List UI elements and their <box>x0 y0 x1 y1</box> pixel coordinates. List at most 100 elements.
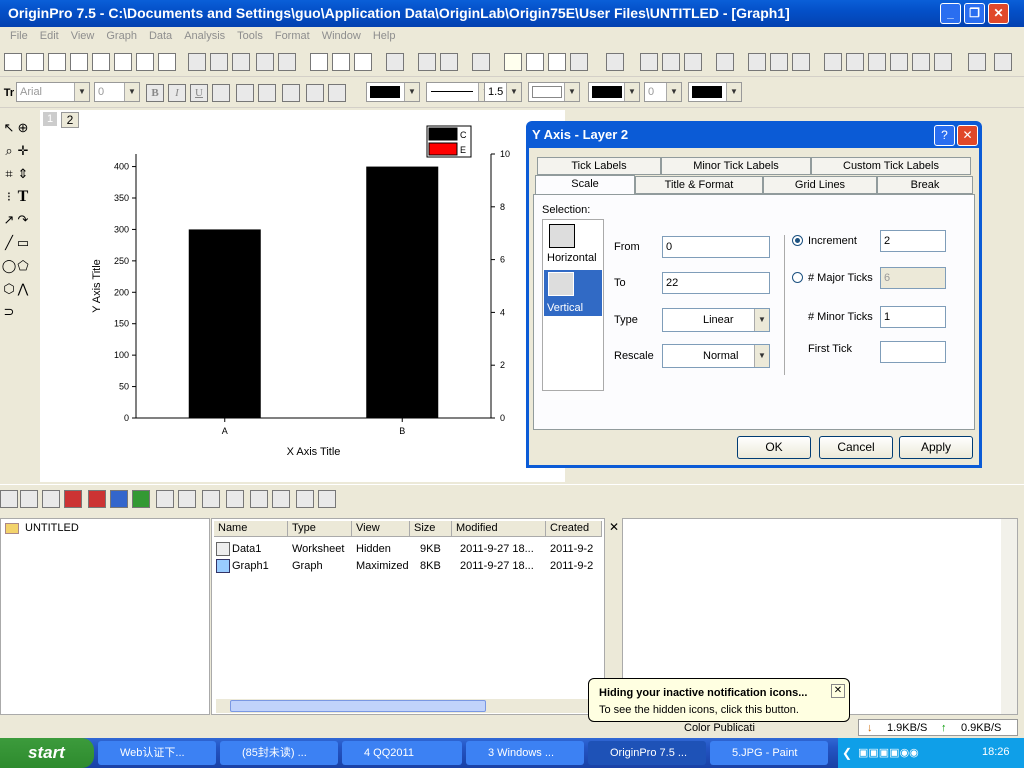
col-size[interactable]: Size <box>410 521 452 537</box>
balloon-close-icon[interactable]: ✕ <box>831 684 845 698</box>
custom-routine-icon[interactable] <box>570 53 588 71</box>
dialog-close-button[interactable]: ✕ <box>957 125 978 146</box>
bar-plot-icon[interactable] <box>64 490 82 508</box>
font-size-select[interactable]: 0 ▼ <box>94 82 140 102</box>
close-pane-icon[interactable]: ✕ <box>609 520 619 534</box>
ok-button[interactable]: OK <box>737 436 811 459</box>
import-ascii-icon[interactable] <box>310 53 328 71</box>
notification-balloon[interactable]: Hiding your inactive notification icons.… <box>588 678 850 722</box>
type-select[interactable]: Linear ▼ <box>662 308 770 332</box>
start-button[interactable]: start <box>0 738 94 768</box>
rescale-icon[interactable] <box>716 53 734 71</box>
font-select[interactable]: Arial ▼ <box>16 82 90 102</box>
code-builder-icon[interactable] <box>548 53 566 71</box>
polyline-tool-icon[interactable]: ⋀ <box>14 280 32 298</box>
print-icon[interactable] <box>386 53 404 71</box>
refresh-icon[interactable] <box>418 53 436 71</box>
layer-2-icon[interactable] <box>770 53 788 71</box>
line-plot-icon[interactable] <box>0 490 18 508</box>
vector-plot-icon[interactable] <box>250 490 268 508</box>
menu-view[interactable]: View <box>65 27 101 46</box>
table-row[interactable]: Data1 Worksheet Hidden 9KB 2011-9-27 18.… <box>214 541 602 558</box>
cancel-button[interactable]: Cancel <box>819 436 893 459</box>
minimize-button[interactable]: _ <box>940 3 961 24</box>
import-wizard-icon[interactable] <box>354 53 372 71</box>
font-color-select[interactable]: ▼ <box>366 82 420 102</box>
save-icon[interactable] <box>256 53 274 71</box>
decrease-font-icon[interactable] <box>328 84 346 102</box>
superscript-icon[interactable] <box>212 84 230 102</box>
task-mail[interactable]: (85封未读) ... <box>220 741 338 765</box>
layer-broken-icon[interactable] <box>934 53 952 71</box>
ternary-plot-icon[interactable] <box>202 490 220 508</box>
vertical-scrollbar[interactable] <box>1001 519 1017 714</box>
menu-window[interactable]: Window <box>316 27 367 46</box>
fill-pattern-select[interactable]: ▼ <box>528 82 580 102</box>
layer-1-icon[interactable] <box>748 53 766 71</box>
layer-top-icon[interactable] <box>824 53 842 71</box>
curved-arrow-icon[interactable]: ↷ <box>14 211 32 229</box>
col-name[interactable]: Name <box>214 521 288 537</box>
horizontal-scrollbar[interactable] <box>216 699 596 713</box>
polar-plot-icon[interactable] <box>178 490 196 508</box>
increase-font-icon[interactable] <box>306 84 324 102</box>
major-ticks-radio[interactable] <box>792 272 803 283</box>
supersubscript-icon[interactable] <box>258 84 276 102</box>
close-button[interactable]: ✕ <box>988 3 1009 24</box>
new-function-icon[interactable] <box>92 53 110 71</box>
import-multiple-icon[interactable] <box>332 53 350 71</box>
task-qq[interactable]: 4 QQ2011 <box>342 741 462 765</box>
new-matrix-icon[interactable] <box>70 53 88 71</box>
menu-format[interactable]: Format <box>269 27 316 46</box>
duplicate-icon[interactable] <box>440 53 458 71</box>
selection-vertical[interactable]: Vertical <box>544 270 602 316</box>
apply-button[interactable]: Apply <box>899 436 973 459</box>
template-library-icon[interactable] <box>318 490 336 508</box>
whole-page-icon[interactable] <box>684 53 702 71</box>
increment-radio[interactable] <box>792 235 803 246</box>
tab-grid-lines[interactable]: Grid Lines <box>763 176 877 194</box>
scrollbar-thumb[interactable] <box>230 700 486 712</box>
bold-button[interactable]: B <box>146 84 164 102</box>
greek-icon[interactable] <box>282 84 300 102</box>
smith-chart-icon[interactable] <box>226 490 244 508</box>
menu-graph[interactable]: Graph <box>100 27 143 46</box>
open-icon[interactable] <box>188 53 206 71</box>
layer-4-icon[interactable] <box>792 53 810 71</box>
column-plot-icon[interactable] <box>88 490 106 508</box>
zoom-out-icon[interactable] <box>662 53 680 71</box>
bar-chart[interactable]: 0 50 100 150 200 250 300 350 400 0 2 4 6 8 10 A B X Axis … <box>40 110 565 482</box>
zoom-in-icon[interactable] <box>640 53 658 71</box>
freehand-tool-icon[interactable]: ⊃ <box>0 303 18 321</box>
table-row[interactable]: Graph1 Graph Maximized 8KB 2011-9-27 18.… <box>214 558 602 575</box>
task-origin[interactable]: OriginPro 7.5 ... <box>588 741 706 765</box>
zoom-plot-icon[interactable] <box>272 490 290 508</box>
symbol-size-select[interactable]: 0 ▼ <box>644 82 682 102</box>
tab-break[interactable]: Break <box>877 176 973 194</box>
zoom-icon[interactable]: ⊕ <box>14 119 32 137</box>
restore-button[interactable]: ❐ <box>964 3 985 24</box>
layer-linked-icon[interactable] <box>912 53 930 71</box>
col-modified[interactable]: Modified <box>452 521 546 537</box>
first-tick-input[interactable] <box>880 341 946 363</box>
menu-data[interactable]: Data <box>143 27 178 46</box>
italic-button[interactable]: I <box>168 84 186 102</box>
tab-custom-tick-labels[interactable]: Custom Tick Labels <box>811 157 971 175</box>
open-template-icon[interactable] <box>158 53 176 71</box>
area-plot-icon[interactable] <box>132 490 150 508</box>
folder-untitled[interactable]: UNTITLED <box>25 522 79 534</box>
rescale-select[interactable]: Normal ▼ <box>662 344 770 368</box>
tab-tick-labels[interactable]: Tick Labels <box>537 157 661 175</box>
major-ticks-input[interactable]: 6 <box>880 267 946 289</box>
new-worksheet-icon[interactable] <box>4 53 22 71</box>
menu-help[interactable]: Help <box>367 27 402 46</box>
from-input[interactable]: 0 <box>662 236 770 258</box>
col-view[interactable]: View <box>352 521 410 537</box>
new-layout-icon[interactable] <box>114 53 132 71</box>
layer-box-icon[interactable] <box>890 53 908 71</box>
task-windows[interactable]: 3 Windows ... <box>466 741 584 765</box>
pie-chart-icon[interactable] <box>110 490 128 508</box>
template-plot-icon[interactable] <box>296 490 314 508</box>
layer-inset-icon[interactable] <box>868 53 886 71</box>
menu-file[interactable]: File <box>0 27 34 46</box>
